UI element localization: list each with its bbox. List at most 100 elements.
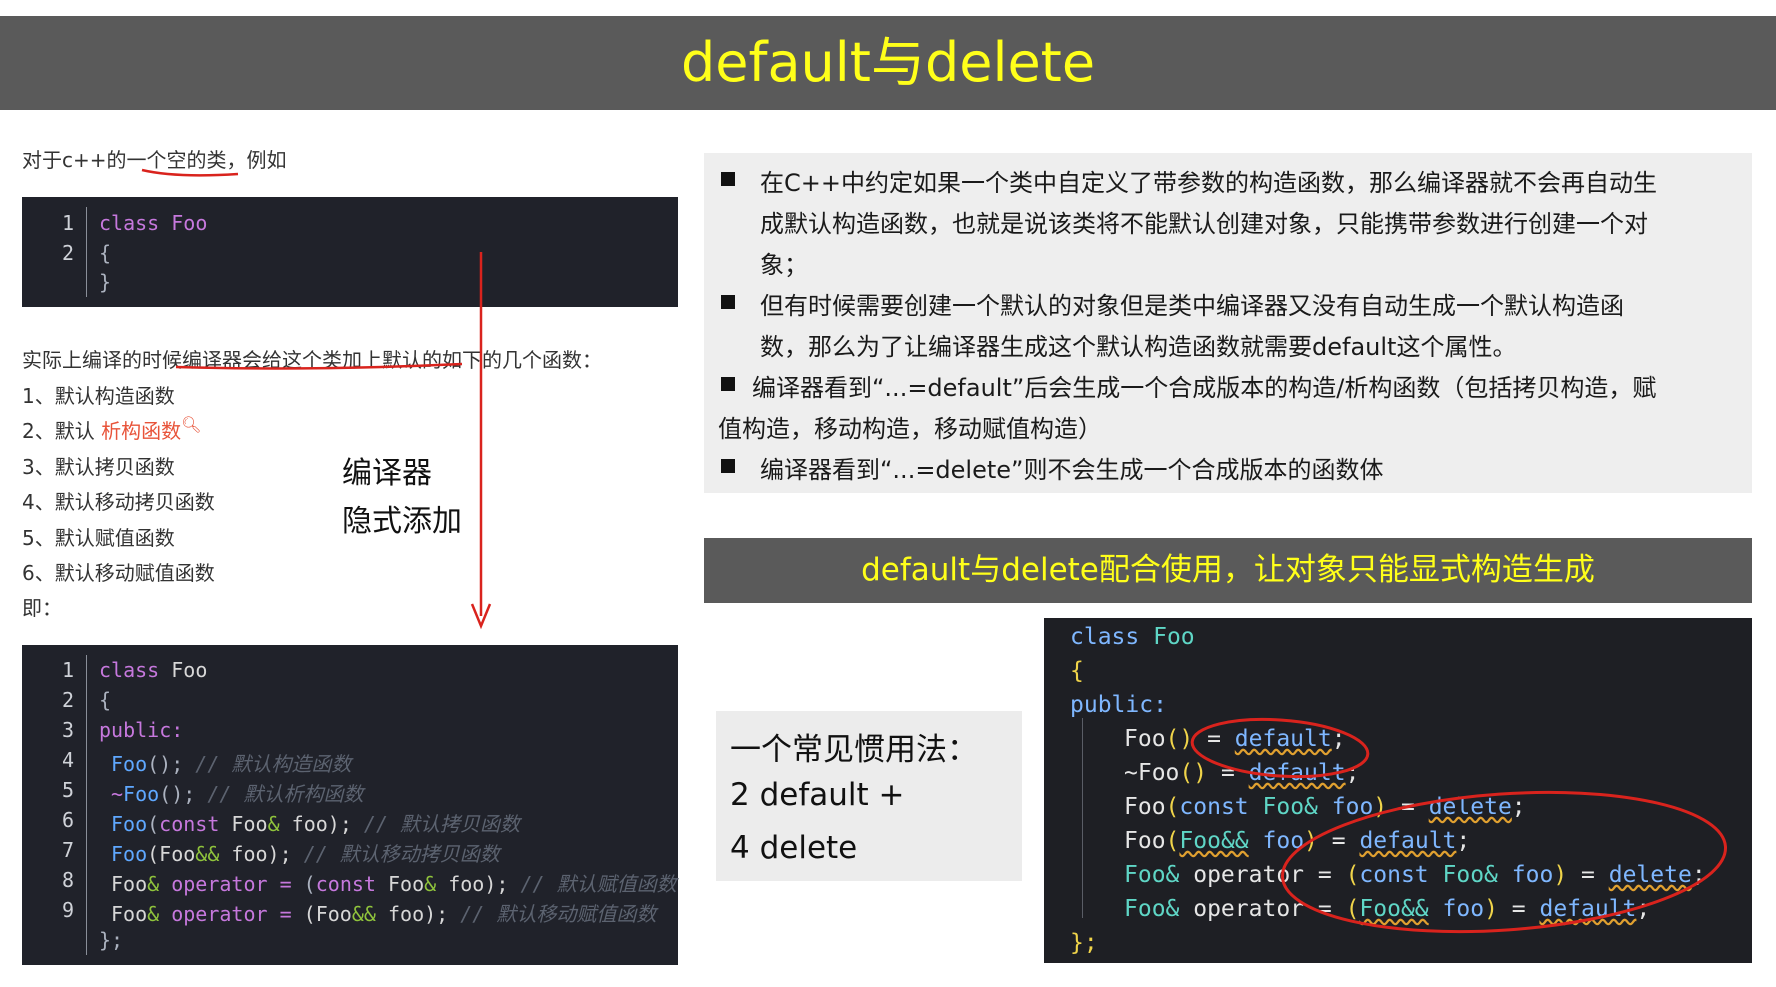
idiom-line: 4 delete (730, 830, 858, 866)
intro-highlight: 一个空的类 (126, 148, 227, 172)
list-item: 2、默认 析构函数🔍︎ (22, 415, 201, 444)
param-name: foo (1317, 794, 1374, 820)
code-line: class Foo (1070, 624, 1195, 650)
code-line: Foo& operator = (Foo&& foo) = default; (1124, 896, 1650, 922)
code-comment: // 默认赋值函数 (520, 872, 677, 896)
code-punc: () (1165, 726, 1194, 752)
page-title: default与delete (680, 31, 1096, 94)
keyword-default: default (1359, 828, 1457, 854)
keyword-class: class (1070, 624, 1140, 650)
fn-name: Foo (111, 752, 148, 776)
list-item: 3、默认拷贝函数 (22, 455, 175, 479)
code-line: ~Foo(); // 默认析构函数 (111, 778, 363, 807)
fn-name: Foo (1124, 726, 1166, 752)
fn-name: Foo (123, 782, 160, 806)
keyword-delete: delete (1608, 862, 1692, 888)
param-name: foo (1497, 862, 1554, 888)
class-name: Foo (1139, 624, 1195, 650)
code-line: { (99, 688, 112, 712)
keyword-const: const (1359, 862, 1429, 888)
code-punc: ( (1165, 794, 1180, 820)
indent-guide (1082, 718, 1083, 918)
type-name: Foo&& (1179, 828, 1249, 854)
code-punc: ) (1484, 896, 1498, 922)
code-comment: // 默认析构函数 (207, 782, 364, 806)
type-name: Foo (111, 872, 148, 896)
code-punc: () (1179, 760, 1208, 786)
param-name: foo (1248, 828, 1305, 854)
ref-amp: & (267, 812, 280, 836)
annotation-compiler: 编译器 (342, 456, 432, 491)
code-punc: (); (159, 782, 196, 806)
gutter-divider (86, 655, 87, 955)
list-item: 5、默认赋值函数 (22, 526, 175, 550)
ji-label: 即： (22, 596, 62, 620)
search-icon[interactable]: 🔍︎ (181, 415, 201, 434)
type-name: Foo (111, 902, 148, 926)
code-line: class Foo (99, 658, 207, 682)
keyword-operator: operator = (1179, 862, 1332, 888)
list-item: 4、默认移动拷贝函数 (22, 490, 215, 514)
code-punc: ( (291, 872, 316, 896)
code-comment: // 默认拷贝函数 (363, 812, 521, 836)
keyword-const: const (159, 812, 220, 836)
keyword-operator: operator (159, 872, 268, 896)
code-line: Foo(const Foo& foo); // 默认拷贝函数 (111, 808, 520, 837)
fn-name: Foo (1124, 794, 1166, 820)
type-name: Foo& (1248, 794, 1318, 820)
code-op: = (1567, 862, 1609, 888)
keyword-default: default (1234, 726, 1332, 752)
keyword-const: const (315, 872, 376, 896)
code-tail: foo); (279, 812, 352, 836)
ref-amp: & (424, 872, 437, 896)
class-name: Foo (171, 658, 208, 682)
code-punc: ( (147, 812, 160, 836)
code-line: ~Foo() = default; (1124, 760, 1359, 786)
code-block-empty-class: 1 class Foo 2 { } (22, 197, 678, 307)
keyword-operator: operator (159, 902, 268, 926)
code-punc: ; (1636, 896, 1651, 922)
type-name: Foo& (1124, 896, 1180, 922)
code-line: public: (99, 718, 184, 742)
code-op: = (1207, 760, 1249, 786)
fn-name: Foo (111, 812, 148, 836)
code-op: = (1317, 828, 1360, 854)
code-line: }; (1070, 930, 1098, 956)
code-tail: foo); (375, 902, 449, 926)
param-name: foo (1428, 896, 1485, 922)
code-op: = (267, 902, 292, 926)
code-comment: // 默认构造函数 (195, 752, 352, 776)
annotation-implicit: 隐式添加 (342, 504, 462, 539)
code-line: Foo& operator = (Foo&& foo); // 默认移动赋值函数 (111, 898, 656, 927)
type-name: Foo (375, 872, 425, 896)
bullet-square (721, 459, 735, 473)
code-punc: (Foo (147, 842, 196, 866)
bullet-line: 编译器看到“...=default”后会生成一个合成版本的构造/析构函数（包括拷… (752, 374, 1657, 402)
ref-amp: && (195, 842, 220, 866)
intro-text: 对于c++的一个空的类，例如 (22, 144, 287, 173)
list-item-text: 2、默认 (22, 419, 102, 443)
line-number: 8 (61, 868, 74, 892)
line-number: 4 (61, 748, 74, 772)
code-line: Foo& operator = (const Foo& foo); // 默认赋… (111, 868, 677, 897)
list-item: 6、默认移动赋值函数 (22, 561, 215, 585)
code-punc: ; (1691, 862, 1706, 888)
code-line: class Foo (99, 211, 208, 235)
code-tail: foo); (219, 842, 292, 866)
code-line: { (99, 241, 112, 265)
fn-name: Foo (1124, 828, 1166, 854)
bullet-line: 值构造，移动构造，移动赋值构造） (718, 415, 1102, 443)
code-line: Foo(); // 默认构造函数 (111, 748, 351, 777)
code-punc: ; (1511, 794, 1526, 820)
arrow-head (470, 603, 492, 630)
code-punc: ( (1165, 828, 1180, 854)
type-name: Foo& (1428, 862, 1498, 888)
type-name: Foo&& (1359, 896, 1429, 922)
intro-suffix: ，例如 (226, 148, 287, 172)
top-margin (0, 0, 1776, 16)
code-tail: foo); (436, 872, 509, 896)
type-name: Foo& (1124, 862, 1180, 888)
type-name: Foo (219, 812, 268, 836)
destructor-link[interactable]: 析构函数 (101, 419, 181, 443)
code-punc: ( (1331, 896, 1360, 922)
